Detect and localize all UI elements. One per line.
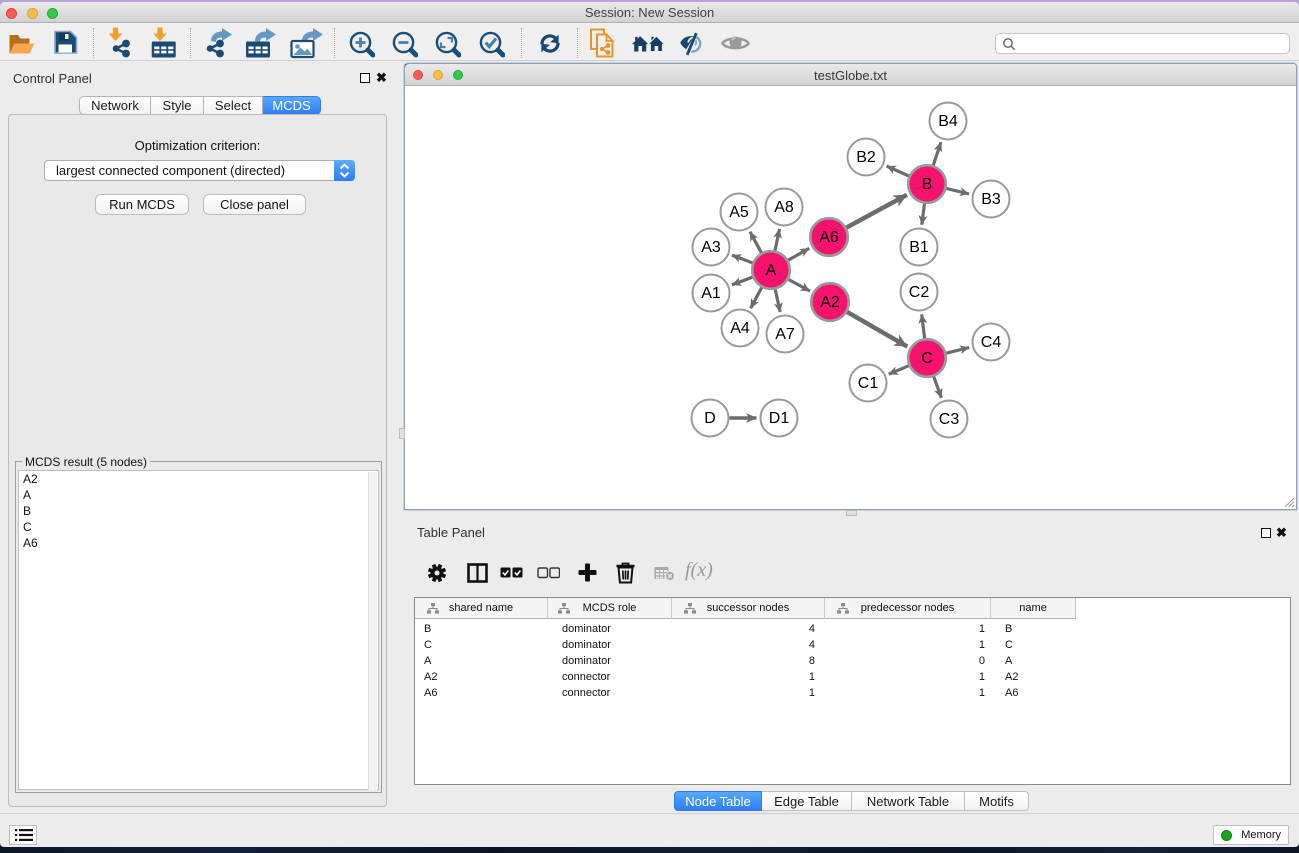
svg-text:D1: D1 (769, 410, 790, 427)
svg-text:A6: A6 (819, 229, 839, 246)
svg-text:A1: A1 (701, 285, 721, 302)
svg-text:A7: A7 (775, 326, 795, 343)
svg-text:B: B (922, 176, 933, 193)
svg-text:C: C (921, 350, 933, 367)
svg-text:C1: C1 (858, 375, 879, 392)
svg-text:D: D (704, 410, 716, 427)
svg-text:B2: B2 (856, 149, 876, 166)
svg-text:A: A (766, 262, 777, 279)
svg-text:C4: C4 (981, 334, 1002, 351)
svg-text:A3: A3 (701, 239, 721, 256)
svg-text:B1: B1 (909, 239, 929, 256)
svg-text:C2: C2 (909, 284, 930, 301)
svg-text:B3: B3 (981, 191, 1001, 208)
svg-text:B4: B4 (938, 113, 958, 130)
svg-text:A5: A5 (729, 204, 749, 221)
svg-text:A8: A8 (774, 199, 794, 216)
svg-text:A2: A2 (820, 294, 840, 311)
svg-text:A4: A4 (730, 320, 750, 337)
svg-text:C3: C3 (939, 411, 960, 428)
